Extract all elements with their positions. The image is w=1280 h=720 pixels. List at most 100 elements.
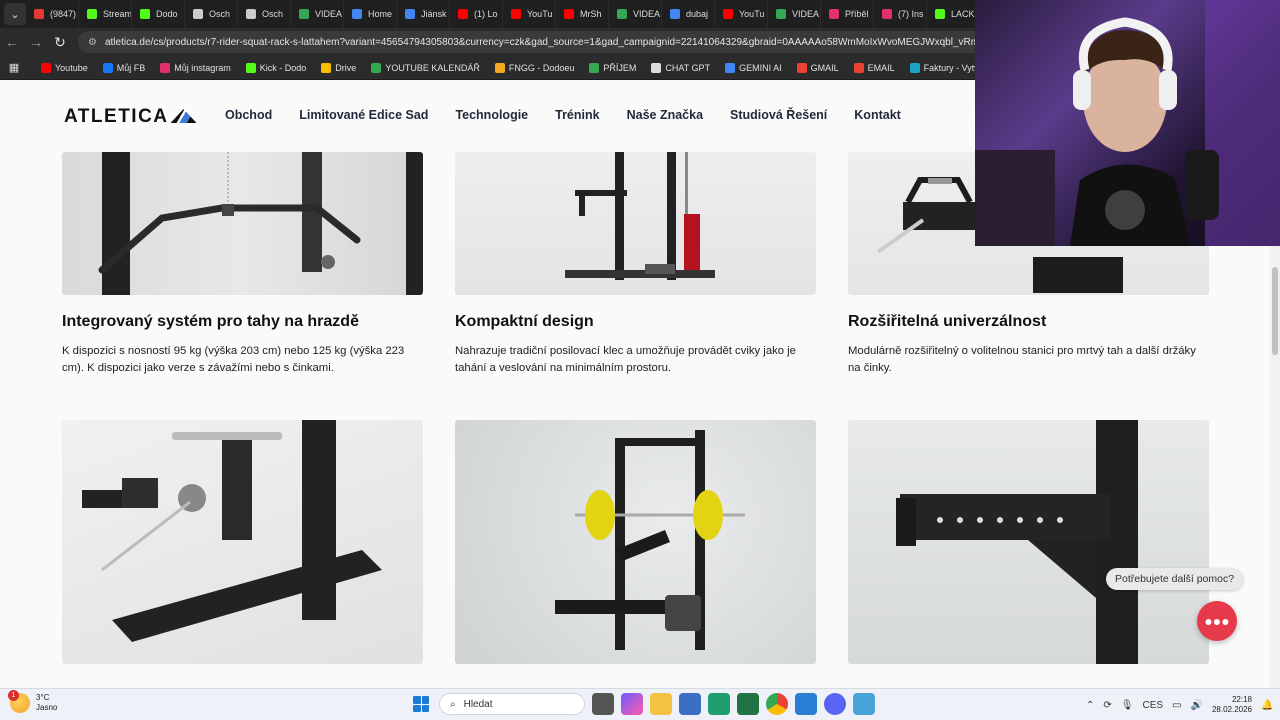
taskbar-search[interactable]: ⌕ Hledat [439, 693, 585, 715]
discord-icon[interactable] [824, 693, 846, 715]
nav-studiova-reseni[interactable]: Studiová Řešení [730, 108, 827, 122]
language-indicator[interactable]: CES [1142, 700, 1163, 711]
copilot-icon[interactable] [621, 693, 643, 715]
main-nav: Obchod Limitované Edice Sad Technologie … [225, 108, 901, 122]
rack-lat-bar-image [98, 152, 423, 295]
nav-kontakt[interactable]: Kontakt [854, 108, 901, 122]
bookmark-label: GMAIL [810, 62, 839, 73]
bookmark-item[interactable]: Drive [315, 62, 362, 73]
app-icon[interactable] [853, 693, 875, 715]
edge-icon[interactable] [708, 693, 730, 715]
bookmark-item[interactable]: Youtube [35, 62, 94, 73]
reload-icon[interactable]: ↻ [48, 30, 72, 54]
browser-tab[interactable]: VIDEA [609, 0, 662, 28]
browser-tab[interactable]: Příběl [821, 0, 874, 28]
feature-card-arm [848, 420, 1209, 664]
bookmark-favicon-icon [796, 62, 807, 73]
tab-label: VIDEA [315, 9, 343, 19]
clock[interactable]: 22:18 28.02.2026 [1212, 695, 1252, 715]
weather-widget[interactable]: 1 3°C Jasno [8, 690, 57, 713]
network-icon[interactable]: ▭ [1172, 700, 1181, 711]
browser-tab[interactable]: dubaj [662, 0, 715, 28]
bookmark-item[interactable]: FNGG - Dodoeu [489, 62, 581, 73]
bookmark-item[interactable]: CHAT GPT [645, 62, 716, 73]
bookmark-label: GEMINI AI [739, 62, 782, 73]
tab-label: Jiánsk [421, 9, 447, 19]
site-info-icon[interactable]: ⚙ [88, 37, 97, 48]
browser-tab[interactable]: Jiánsk [397, 0, 450, 28]
bookmark-item[interactable]: EMAIL [848, 62, 901, 73]
browser-tab[interactable]: YouTu [715, 0, 768, 28]
bookmark-item[interactable]: Můj FB [97, 62, 152, 73]
feature-title: Kompaktní design [455, 313, 594, 330]
browser-tab[interactable]: Osch [185, 0, 238, 28]
help-bubble[interactable]: Potřebujete další pomoc? [1106, 568, 1244, 590]
notification-badge: 1 [8, 690, 19, 701]
excel-icon[interactable] [737, 693, 759, 715]
tab-favicon-icon [193, 9, 203, 19]
scrollbar-thumb[interactable] [1272, 267, 1278, 355]
microphone-icon[interactable]: 🎙 [1121, 700, 1134, 711]
tray-chevron-icon[interactable]: ⌃ [1086, 700, 1094, 711]
tab-favicon-icon [511, 9, 521, 19]
url-text: atletica.de/cs/products/r7-rider-squat-r… [104, 36, 1039, 48]
store-icon[interactable] [679, 693, 701, 715]
tab-label: VIDEA [792, 9, 820, 19]
bookmark-favicon-icon [909, 62, 920, 73]
nav-limitovane-edice[interactable]: Limitované Edice Sad [299, 108, 428, 122]
file-explorer-icon[interactable] [650, 693, 672, 715]
nav-trenink[interactable]: Trénink [555, 108, 599, 122]
tab-favicon-icon [405, 9, 415, 19]
browser-tab[interactable]: Dodo [132, 0, 185, 28]
nav-technologie[interactable]: Technologie [455, 108, 528, 122]
bookmark-label: PŘÍJEM [603, 62, 637, 73]
browser-tab[interactable]: Osch [238, 0, 291, 28]
bookmark-item[interactable]: Můj instagram [154, 62, 237, 73]
browser-tab[interactable]: (9847) [26, 0, 79, 28]
forward-icon[interactable]: → [24, 30, 48, 54]
feature-title: Rozšiřitelná univerzálnost [848, 313, 1047, 330]
browser-tab[interactable]: LACK [927, 0, 980, 28]
bookmark-favicon-icon [160, 62, 171, 73]
tab-search-icon[interactable]: ⌄ [4, 3, 26, 25]
browser-tab[interactable]: VIDEA [291, 0, 344, 28]
browser-tab[interactable]: YouTu [503, 0, 556, 28]
tab-label: (7) Ins [898, 9, 924, 19]
tab-list: (9847) Stream Dodo Osch Osch VIDEA Home Jiánsk (… [26, 0, 980, 28]
chrome-icon[interactable] [766, 693, 788, 715]
bookmark-item[interactable]: PŘÍJEM [583, 62, 642, 73]
browser-tab[interactable]: VIDEA [768, 0, 821, 28]
browser-tab[interactable]: (7) Ins [874, 0, 927, 28]
nav-obchod[interactable]: Obchod [225, 108, 272, 122]
task-view-icon[interactable] [592, 693, 614, 715]
nav-nase-znacka[interactable]: Naše Značka [627, 108, 703, 122]
notification-bell-icon[interactable]: 🔔 [1261, 700, 1273, 711]
atletica-logo[interactable]: ATLETICA [64, 106, 197, 128]
volume-icon[interactable]: 🔊 [1191, 700, 1203, 711]
windows-taskbar: 1 3°C Jasno ⌕ Hledat ⌃ ⟳ 🎙 CES ▭ 🔊 22:18 28… [0, 688, 1280, 720]
bookmark-list: Youtube Můj FB Můj instagram Kick - Dodo Dri… [35, 62, 1084, 73]
rack-base-image [82, 420, 382, 642]
bookmark-favicon-icon [725, 62, 736, 73]
tab-favicon-icon [935, 9, 945, 19]
browser-tab[interactable]: (1) Lo [450, 0, 503, 28]
logo-text: ATLETICA [64, 106, 169, 127]
bookmark-label: EMAIL [867, 62, 895, 73]
bookmark-favicon-icon [651, 62, 662, 73]
bookmark-item[interactable]: Kick - Dodo [240, 62, 313, 73]
tab-label: Stream [103, 9, 132, 19]
webcam-overlay [975, 0, 1280, 246]
sync-icon[interactable]: ⟳ [1103, 700, 1111, 711]
windows-start-icon[interactable] [410, 693, 432, 715]
apps-grid-icon[interactable]: ▦ [6, 60, 22, 76]
back-icon[interactable]: ← [0, 30, 24, 54]
browser-tab[interactable]: Stream [79, 0, 132, 28]
browser-tab[interactable]: MrSh [556, 0, 609, 28]
tab-favicon-icon [140, 9, 150, 19]
chat-icon[interactable]: ●●● [1197, 601, 1237, 641]
notepad-icon[interactable] [795, 693, 817, 715]
bookmark-item[interactable]: YOUTUBE KALENDÁŘ [365, 62, 486, 73]
browser-tab[interactable]: Home [344, 0, 397, 28]
bookmark-item[interactable]: GEMINI AI [719, 62, 788, 73]
bookmark-item[interactable]: GMAIL [791, 62, 845, 73]
